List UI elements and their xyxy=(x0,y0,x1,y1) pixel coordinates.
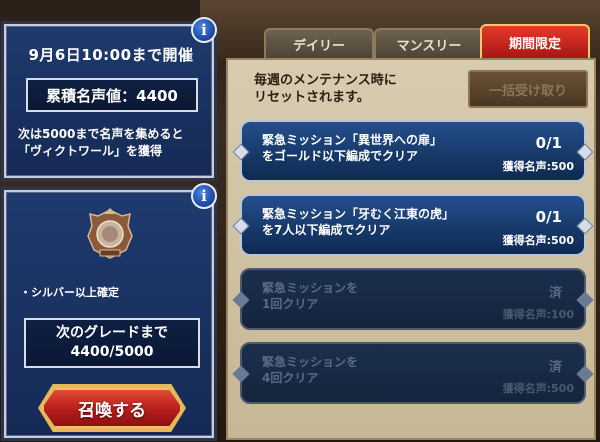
next-grade-value: 4400/5000 xyxy=(70,344,154,360)
mission-name-line1: 緊急ミッションを xyxy=(262,281,359,295)
event-description: 次は5000まで名声を集めると 「ヴィクトワール」を獲得 xyxy=(18,126,208,160)
reset-note-line2: リセットされます。 xyxy=(254,90,370,105)
mission-name-line2: 1回クリア xyxy=(262,297,319,311)
event-info-panel: 9月6日10:00まで開催 累積名声値：4400 次は5000まで名声を集めると… xyxy=(4,24,214,178)
gem-ornament-icon xyxy=(232,217,250,235)
mission-completed-mark: 済 xyxy=(548,360,562,375)
reset-note-line1: 毎週のメンテナンス時に xyxy=(254,73,397,88)
gem-ornament-icon xyxy=(232,143,250,161)
mission-progress: 0/1 xyxy=(535,134,562,152)
gem-ornament-icon xyxy=(576,365,594,383)
event-description-line1: 次は5000まで名声を集めると xyxy=(18,127,184,141)
event-description-line2: 「ヴィクトワール」を獲得 xyxy=(18,144,163,158)
mission-item: 緊急ミッションを 1回クリア 済 獲得名声:100 xyxy=(232,268,594,330)
next-grade-box: 次のグレードまで 4400/5000 xyxy=(24,318,200,368)
fame-total-box: 累積名声値：4400 xyxy=(26,78,198,112)
game-screen: 9月6日10:00まで開催 累積名声値：4400 次は5000まで名声を集めると… xyxy=(0,0,600,442)
event-info-icon[interactable]: i xyxy=(191,17,217,43)
silver-crest-icon xyxy=(87,208,133,259)
mission-reward: 獲得名声:500 xyxy=(502,160,574,173)
gem-ornament-icon xyxy=(232,291,250,309)
claim-all-button[interactable]: 一括受け取り xyxy=(468,70,588,108)
mission-reward: 獲得名声:100 xyxy=(502,308,574,321)
mission-progress: 0/1 xyxy=(535,208,562,226)
tab-limited-time[interactable]: 期間限定 xyxy=(480,24,590,58)
mission-name: 緊急ミッションを 1回クリア xyxy=(262,280,358,312)
tab-daily[interactable]: デイリー xyxy=(264,28,374,58)
mission-name-line2: を7人以下編成でクリア xyxy=(262,223,391,237)
mission-item: 緊急ミッションを 4回クリア 済 獲得名声:500 xyxy=(232,342,594,404)
grade-note: ・シルバー以上確定 xyxy=(20,286,119,299)
gem-ornament-icon xyxy=(576,143,594,161)
mission-completed-mark: 済 xyxy=(548,286,562,301)
mission-name: 緊急ミッションを 4回クリア xyxy=(262,354,358,386)
gem-ornament-icon xyxy=(232,365,250,383)
next-grade-label: 次のグレードまで xyxy=(56,325,168,341)
summon-button[interactable]: 召喚する xyxy=(42,388,182,428)
grade-info-icon[interactable]: i xyxy=(191,183,217,209)
mission-item[interactable]: 緊急ミッション「異世界への扉」 をゴールド以下編成でクリア 0/1 獲得名声:5… xyxy=(232,120,594,182)
mission-reward: 獲得名声:500 xyxy=(502,234,574,247)
gem-ornament-icon xyxy=(576,291,594,309)
mission-reward: 獲得名声:500 xyxy=(502,382,574,395)
mission-name-line1: 緊急ミッション「異世界への扉」 xyxy=(262,133,443,147)
mission-name-line1: 緊急ミッション「牙むく江東の虎」 xyxy=(262,207,455,221)
mission-name: 緊急ミッション「異世界への扉」 をゴールド以下編成でクリア xyxy=(262,132,442,164)
grade-panel: ・シルバー以上確定 次のグレードまで 4400/5000 召喚する xyxy=(4,190,214,438)
event-period: 9月6日10:00まで開催 xyxy=(28,46,194,64)
reset-note: 毎週のメンテナンス時に リセットされます。 xyxy=(254,72,397,106)
mission-item[interactable]: 緊急ミッション「牙むく江東の虎」 を7人以下編成でクリア 0/1 獲得名声:50… xyxy=(232,194,594,256)
mission-name-line1: 緊急ミッションを xyxy=(262,355,359,369)
mission-name-line2: をゴールド以下編成でクリア xyxy=(262,149,419,163)
tab-monthly[interactable]: マンスリー xyxy=(374,28,484,58)
gem-ornament-icon xyxy=(576,217,594,235)
mission-name-line2: 4回クリア xyxy=(262,371,319,385)
fame-total: 累積名声値：4400 xyxy=(46,86,178,105)
mission-name: 緊急ミッション「牙むく江東の虎」 を7人以下編成でクリア xyxy=(262,206,454,238)
mission-list-panel: 毎週のメンテナンス時に リセットされます。 一括受け取り 緊急ミッション「異世界… xyxy=(226,58,596,440)
